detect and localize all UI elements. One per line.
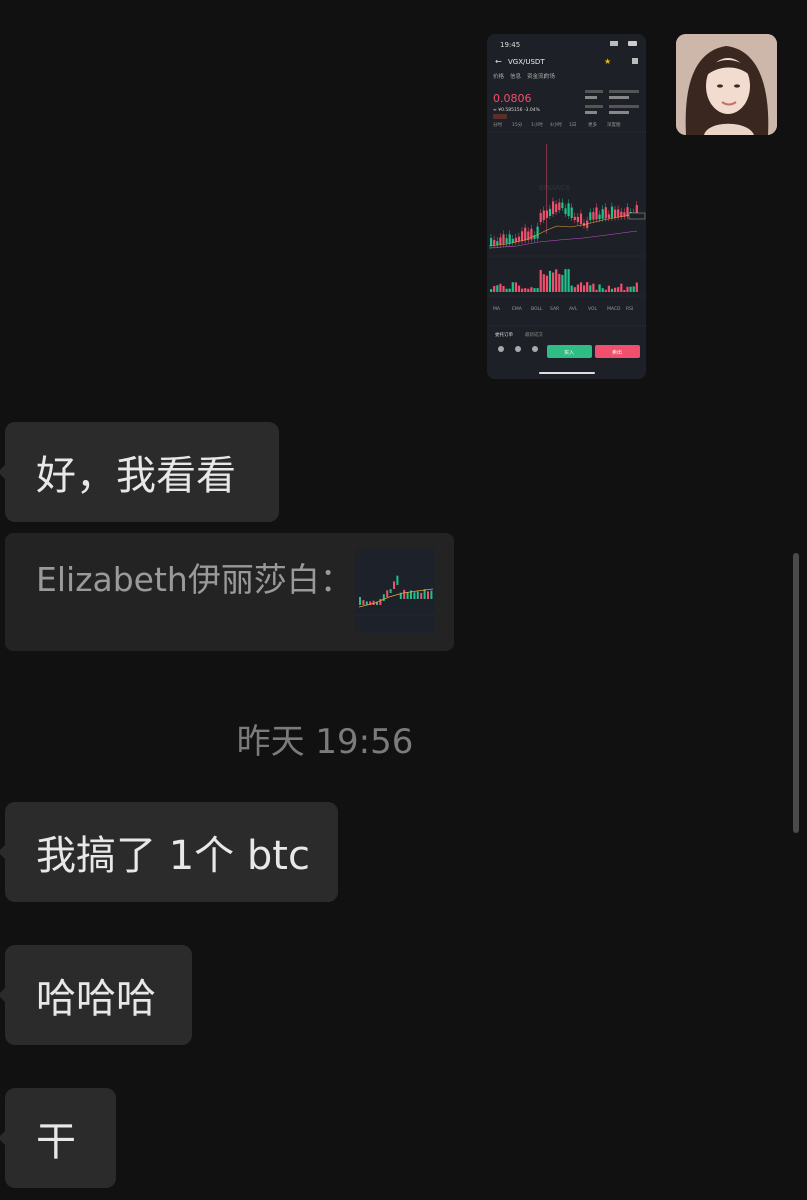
svg-text:★: ★	[604, 57, 611, 66]
message-bubble[interactable]: 干	[0, 1088, 116, 1188]
quoted-message[interactable]: Elizabeth伊丽莎白：	[5, 533, 454, 651]
indicator-tab-0: MA	[493, 306, 501, 312]
pair-title: VGX/USDT	[508, 58, 545, 66]
interval-tab-0: 分时	[493, 121, 502, 128]
quote-thumbnail[interactable]	[355, 549, 435, 633]
screenshot-tab-1: 信息	[510, 72, 522, 80]
trades-tab: 最新成交	[525, 331, 543, 338]
price-value: 0.0806	[493, 92, 532, 105]
indicator-tab-6: MACD	[607, 306, 621, 312]
message-text: 我搞了 1个 btc	[36, 833, 310, 879]
shared-screenshot-image[interactable]: 19:45 ← VGX/USDT ★ 价格 信息 资金流向 广场 0.0806 ≈ ¥…	[487, 34, 646, 379]
quote-text: Elizabeth伊丽莎白：	[36, 560, 353, 599]
interval-tab-3: 4小时	[550, 121, 562, 128]
svg-text:←: ←	[495, 57, 502, 66]
message-text: 哈哈哈	[36, 976, 156, 1022]
indicator-tab-4: AVL	[569, 306, 578, 312]
avatar[interactable]	[676, 34, 777, 135]
indicator-tab-5: VOL	[588, 306, 598, 312]
watermark: BINANCE	[539, 184, 570, 192]
message-bubble[interactable]: 我搞了 1个 btc	[0, 802, 338, 902]
scrollbar[interactable]	[793, 553, 799, 833]
status-time: 19:45	[500, 41, 520, 49]
indicator-tab-7: RSI	[626, 306, 633, 312]
screenshot-tab-3: 广场	[544, 72, 556, 80]
timestamp: 昨天 19:56	[236, 722, 414, 762]
interval-tab-1: 15分	[512, 121, 523, 128]
message-bubble[interactable]: 哈哈哈	[0, 945, 192, 1045]
sell-label: 卖出	[612, 349, 622, 356]
interval-tab-5: 更多	[588, 121, 597, 128]
indicator-tab-1: EMA	[512, 306, 523, 312]
buy-label: 买入	[564, 349, 574, 356]
screenshot-tab-0: 价格	[493, 72, 505, 80]
message-bubble[interactable]: 好，我看看	[0, 422, 279, 522]
message-text: 好，我看看	[36, 453, 236, 499]
indicator-tab-2: BOLL	[531, 306, 543, 312]
interval-tab-6: 深度图	[607, 121, 621, 128]
interval-tab-4: 1日	[569, 122, 576, 128]
orders-tab: 委托订单	[495, 331, 513, 338]
interval-tab-2: 1小时	[531, 121, 543, 128]
price-sub: ≈ ¥0.585156 -3.04%	[493, 107, 541, 113]
message-text: 干	[36, 1119, 76, 1165]
chat-view: 19:45 ← VGX/USDT ★ 价格 信息 资金流向 广场 0.0806 ≈ ¥…	[0, 0, 807, 1200]
indicator-tab-3: SAR	[550, 306, 559, 312]
